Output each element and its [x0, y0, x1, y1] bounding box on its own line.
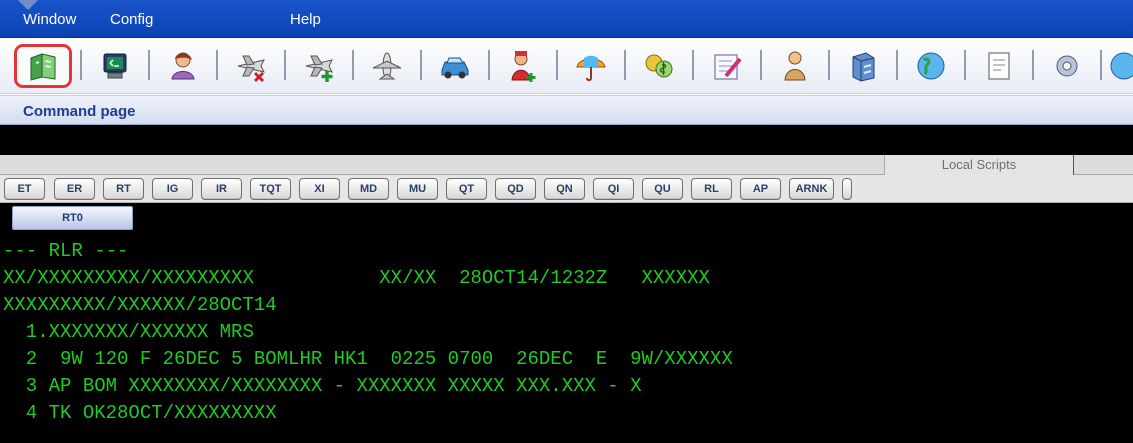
toolbar-files-button[interactable]	[834, 44, 892, 88]
toolbar-plane-add-button[interactable]	[290, 44, 348, 88]
cmd-rl-button[interactable]: RL	[691, 178, 732, 200]
menu-help[interactable]: Help	[290, 11, 321, 28]
hotel-staff-icon	[511, 51, 536, 82]
scripts-tab-bar: Local Scripts	[0, 155, 1133, 175]
cmd-qu-button[interactable]: QU	[642, 178, 683, 200]
toolbar-terminal-button[interactable]	[86, 44, 144, 88]
cmd-arnk-button[interactable]: ARNK	[789, 178, 834, 200]
toolbar-extra2-button[interactable]	[1038, 44, 1096, 88]
notes-edit-icon	[714, 54, 742, 80]
cmd-ap-button[interactable]: AP	[740, 178, 781, 200]
toolbar-aircraft-button[interactable]	[358, 44, 416, 88]
cmd-et-button[interactable]: ET	[4, 178, 45, 200]
terminal-tab-rt0[interactable]: RT0	[12, 206, 133, 230]
toolbar-car-button[interactable]	[426, 44, 484, 88]
toolbar-payment-button[interactable]	[630, 44, 688, 88]
file-cabinet-icon	[852, 52, 875, 82]
money-icon	[645, 54, 673, 78]
person-icon	[784, 51, 806, 81]
toolbar-hotel-button[interactable]	[494, 44, 552, 88]
globe-icon	[1110, 52, 1133, 80]
page-title: Command page	[23, 103, 136, 120]
cmd-more-button[interactable]	[842, 178, 852, 200]
terminal-line: 2 9W 120 F 26DEC 5 BOMLHR HK1 0225 0700 …	[3, 348, 733, 370]
cmd-qd-button[interactable]: QD	[495, 178, 536, 200]
toolbar-globe-button[interactable]	[902, 44, 960, 88]
document-icon	[988, 52, 1010, 80]
cmd-ig-button[interactable]: IG	[152, 178, 193, 200]
cmd-ir-button[interactable]: IR	[201, 178, 242, 200]
gear-icon	[1056, 55, 1078, 77]
plane-remove-icon	[237, 55, 265, 83]
page-title-bar: Command page	[0, 95, 1133, 125]
cmd-mu-button[interactable]: MU	[397, 178, 438, 200]
cmd-tqt-button[interactable]: TQT	[250, 178, 291, 200]
toolbar-book-button[interactable]	[14, 44, 72, 88]
umbrella-icon	[576, 55, 606, 82]
cmd-qi-button[interactable]: QI	[593, 178, 634, 200]
menu-bar: Window Config Help	[0, 0, 1133, 38]
toolbar	[0, 38, 1133, 94]
terminal-line: XXXXXXXXX/XXXXXX/28OCT14	[3, 294, 277, 316]
cmd-xi-button[interactable]: XI	[299, 178, 340, 200]
car-icon	[441, 57, 469, 79]
toolbar-customer-button[interactable]	[154, 44, 212, 88]
customer-profile-icon	[171, 52, 195, 80]
cmd-rt-button[interactable]: RT	[103, 178, 144, 200]
terminal-screen-icon	[103, 53, 127, 79]
aircraft-icon	[372, 52, 402, 80]
terminal-line: XX/XXXXXXXXX/XXXXXXXXX XX/XX 28OCT14/123…	[3, 267, 710, 289]
terminal-line: 1.XXXXXXX/XXXXXX MRS	[3, 321, 254, 343]
command-input-strip[interactable]	[0, 125, 1133, 155]
menu-window[interactable]: Window	[23, 11, 76, 28]
toolbar-passenger-button[interactable]	[766, 44, 824, 88]
cmd-md-button[interactable]: MD	[348, 178, 389, 200]
terminal-line: 3 AP BOM XXXXXXXX/XXXXXXXX - XXXXXXX XXX…	[3, 375, 642, 397]
toolbar-extra-button[interactable]	[970, 44, 1028, 88]
cmd-er-button[interactable]: ER	[54, 178, 95, 200]
terminal-screen[interactable]: RT0 --- RLR --- XX/XXXXXXXXX/XXXXXXXXX X…	[0, 203, 1133, 443]
cmd-qn-button[interactable]: QN	[544, 178, 585, 200]
toolbar-plane-remove-button[interactable]	[222, 44, 280, 88]
cmd-qt-button[interactable]: QT	[446, 178, 487, 200]
toolbar-remarks-button[interactable]	[698, 44, 756, 88]
plane-add-icon	[305, 55, 333, 82]
pointer-marker-icon	[18, 0, 38, 10]
toolbar-insurance-button[interactable]	[562, 44, 620, 88]
toolbar-partial-button[interactable]	[1104, 44, 1133, 88]
globe-icon	[917, 52, 945, 80]
terminal-line: --- RLR ---	[3, 240, 129, 262]
tab-local-scripts[interactable]: Local Scripts	[884, 155, 1074, 175]
menu-config[interactable]: Config	[110, 11, 153, 28]
terminal-line: 4 TK OK28OCT/XXXXXXXXX	[3, 402, 277, 424]
book-icon	[30, 53, 56, 81]
command-buttons-bar: ET ER RT IG IR TQT XI MD MU QT QD QN QI …	[0, 175, 1133, 203]
